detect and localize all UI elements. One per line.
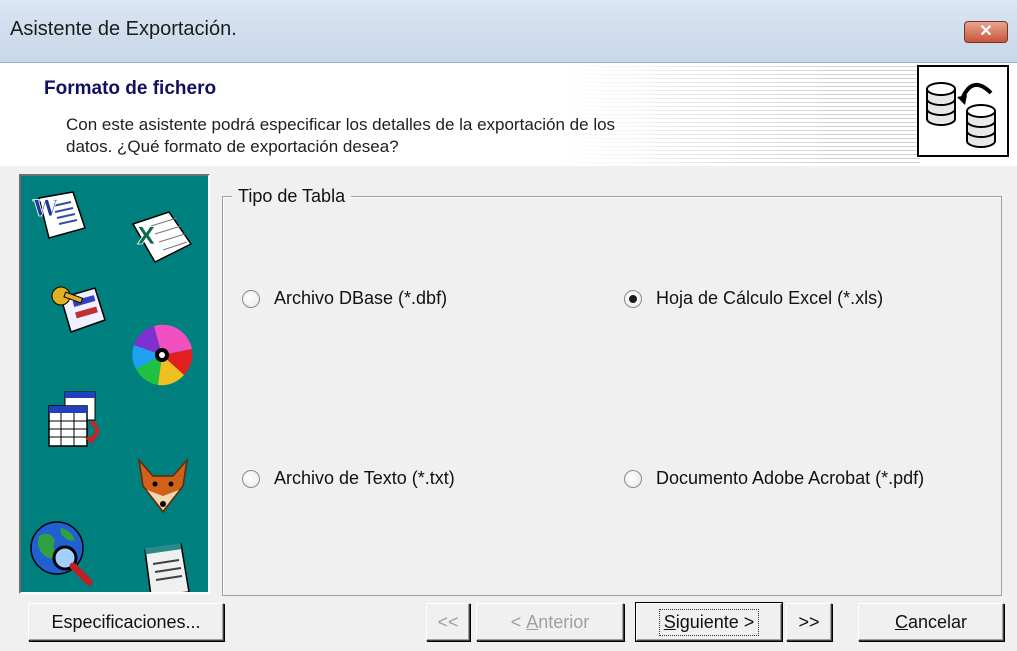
window-title: Asistente de Exportación. bbox=[10, 18, 237, 40]
word-document-icon: W bbox=[32, 191, 86, 239]
radio-excel[interactable]: Hoja de Cálculo Excel (*.xls) bbox=[624, 288, 883, 309]
page-description: Con este asistente podrá especificar los… bbox=[66, 114, 796, 158]
radio-label-dbase: Archivo DBase (*.dbf) bbox=[274, 288, 448, 308]
radio-text[interactable]: Archivo de Texto (*.txt) bbox=[242, 468, 455, 489]
description-line-1: Con este asistente podrá especificar los… bbox=[66, 115, 616, 134]
radio-circle[interactable] bbox=[242, 289, 260, 308]
last-page-button[interactable]: >> bbox=[786, 603, 832, 641]
radio-label-pdf: Documento Adobe Acrobat (*.pdf) bbox=[656, 468, 925, 488]
radio-circle-selected[interactable] bbox=[624, 289, 642, 308]
next-button[interactable]: Siguiente > bbox=[636, 603, 782, 641]
previous-prefix: < bbox=[510, 611, 527, 632]
table-grid-icon bbox=[48, 391, 99, 447]
globe-search-icon bbox=[30, 521, 93, 586]
specifications-button[interactable]: Especificaciones... bbox=[28, 603, 224, 641]
svg-text:X: X bbox=[137, 222, 156, 250]
previous-label: nterior bbox=[538, 611, 590, 632]
wizard-body: W X Tipo de Tabla Archivo DBase (*.dbf) … bbox=[0, 166, 1017, 651]
notepad-icon bbox=[144, 543, 190, 592]
close-button[interactable]: ✕ bbox=[964, 21, 1008, 43]
previous-accelerator: A bbox=[526, 611, 539, 632]
cancel-label: ancelar bbox=[907, 611, 968, 632]
description-line-2: datos. ¿Qué formato de exportación desea… bbox=[66, 137, 399, 156]
previous-button[interactable]: < Anterior bbox=[476, 603, 624, 641]
svg-text:W: W bbox=[32, 196, 58, 222]
table-type-groupbox bbox=[222, 196, 1002, 596]
database-export-icon bbox=[917, 65, 1009, 157]
radio-pdf[interactable]: Documento Adobe Acrobat (*.pdf) bbox=[624, 468, 924, 489]
cancel-button[interactable]: Cancelar bbox=[858, 603, 1004, 641]
cancel-accelerator: C bbox=[894, 611, 908, 632]
page-title: Formato de fichero bbox=[44, 78, 217, 99]
radio-label-text: Archivo de Texto (*.txt) bbox=[274, 468, 455, 488]
foxpro-fox-icon bbox=[137, 457, 189, 514]
wizard-header: Formato de fichero Con este asistente po… bbox=[0, 63, 1017, 166]
next-label: iguiente > bbox=[675, 611, 755, 632]
radio-selected-dot bbox=[629, 294, 637, 303]
close-icon: ✕ bbox=[979, 23, 993, 40]
next-focus-box: Siguiente > bbox=[658, 608, 760, 636]
side-illustration: W X bbox=[19, 174, 210, 594]
color-disc-icon bbox=[132, 324, 193, 386]
radio-label-excel: Hoja de Cálculo Excel (*.xls) bbox=[656, 288, 884, 308]
keys-card-icon bbox=[51, 286, 106, 333]
radio-dbase[interactable]: Archivo DBase (*.dbf) bbox=[242, 288, 447, 309]
radio-circle[interactable] bbox=[242, 469, 260, 488]
radio-circle[interactable] bbox=[624, 469, 642, 488]
next-accelerator: S bbox=[663, 611, 676, 632]
first-page-button[interactable]: << bbox=[426, 603, 470, 641]
groupbox-legend: Tipo de Tabla bbox=[232, 186, 352, 207]
title-bar: Asistente de Exportación. ✕ bbox=[0, 0, 1017, 63]
excel-document-icon: X bbox=[131, 211, 193, 263]
